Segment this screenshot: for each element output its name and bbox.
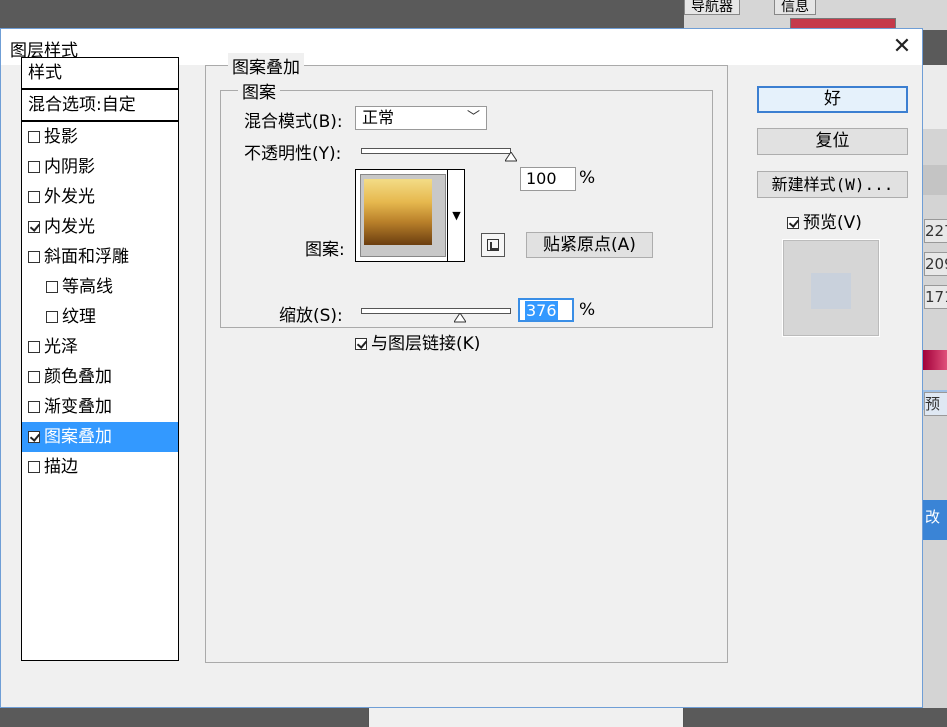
opacity-input[interactable]: 100 (520, 167, 576, 191)
pattern-picker[interactable]: ▼ (355, 169, 465, 262)
pattern-overlay-group-title: 图案叠加 (228, 53, 304, 78)
opacity-label: 不透明性(Y): (244, 144, 342, 164)
style-item[interactable]: 内阴影 (22, 152, 178, 182)
opacity-slider[interactable] (361, 148, 511, 154)
reset-button[interactable]: 复位 (757, 128, 908, 155)
style-item-checkbox[interactable] (28, 221, 40, 233)
blend-options-item[interactable]: 混合选项:自定 (22, 90, 178, 122)
style-item[interactable]: 图案叠加 (22, 422, 178, 452)
style-item-checkbox[interactable] (28, 251, 40, 263)
scale-label: 缩放(S): (279, 306, 343, 326)
style-item-label: 光泽 (44, 337, 78, 357)
link-with-layer-check[interactable] (355, 338, 367, 350)
style-item-label: 内发光 (44, 217, 95, 237)
style-item-label: 投影 (44, 127, 78, 147)
style-item-checkbox[interactable] (28, 191, 40, 203)
style-item[interactable]: 纹理 (22, 302, 178, 332)
pattern-label: 图案: (305, 240, 345, 260)
style-item-checkbox[interactable] (28, 161, 40, 173)
pattern-subgroup-title: 图案 (238, 78, 280, 103)
style-item-label: 描边 (44, 457, 78, 477)
blend-mode-label: 混合模式(B): (244, 112, 343, 132)
close-icon[interactable]: ✕ (888, 33, 916, 61)
style-item[interactable]: 渐变叠加 (22, 392, 178, 422)
preview-check[interactable] (787, 217, 799, 229)
background-value-2: 209 (924, 252, 947, 276)
style-item-checkbox[interactable] (28, 401, 40, 413)
style-item-label: 等高线 (62, 277, 113, 297)
style-item-checkbox[interactable] (46, 311, 58, 323)
new-preset-icon[interactable] (481, 233, 505, 257)
style-item-label: 纹理 (62, 307, 96, 327)
background-preview-label[interactable]: 预览 (924, 392, 947, 416)
opacity-percent: % (579, 168, 596, 188)
chevron-down-icon: ﹀ (466, 110, 480, 125)
scale-slider-thumb[interactable] (454, 313, 466, 323)
ok-button[interactable]: 好 (757, 86, 908, 113)
style-item-label: 外发光 (44, 187, 95, 207)
style-item[interactable]: 斜面和浮雕 (22, 242, 178, 272)
new-style-button[interactable]: 新建样式(W)... (757, 171, 908, 198)
opacity-slider-thumb[interactable] (505, 152, 517, 162)
style-item[interactable]: 颜色叠加 (22, 362, 178, 392)
blend-mode-value: 正常 (362, 108, 395, 127)
background-value-3: 171 (924, 285, 947, 309)
snap-to-origin-button[interactable]: 贴紧原点(A) (526, 232, 653, 258)
style-item-checkbox[interactable] (28, 371, 40, 383)
style-item[interactable]: 内发光 (22, 212, 178, 242)
style-item-label: 内阴影 (44, 157, 95, 177)
background-bottom (0, 708, 947, 727)
preview-checkbox[interactable]: 预览(V) (787, 208, 862, 233)
info-tab[interactable]: 信息 (774, 0, 816, 15)
scale-slider[interactable] (361, 308, 511, 314)
style-item[interactable]: 等高线 (22, 272, 178, 302)
style-item[interactable]: 外发光 (22, 182, 178, 212)
styles-list: 样式 混合选项:自定 投影内阴影外发光内发光斜面和浮雕等高线纹理光泽颜色叠加渐变… (21, 57, 179, 661)
scale-percent: % (579, 300, 596, 320)
style-item-checkbox[interactable] (28, 461, 40, 473)
style-item-label: 颜色叠加 (44, 367, 112, 387)
pattern-dropdown-icon[interactable]: ▼ (447, 170, 465, 261)
navigator-tab[interactable]: 导航器 (684, 0, 740, 15)
style-item[interactable]: 光泽 (22, 332, 178, 362)
styles-list-header[interactable]: 样式 (22, 58, 178, 90)
background-value-1: 227 (924, 219, 947, 243)
style-item-label: 斜面和浮雕 (44, 247, 129, 267)
style-item[interactable]: 描边 (22, 452, 178, 482)
style-item-label: 渐变叠加 (44, 397, 112, 417)
style-item-checkbox[interactable] (28, 431, 40, 443)
style-item-checkbox[interactable] (46, 281, 58, 293)
link-with-layer-checkbox[interactable]: 与图层链接(K) (355, 329, 480, 354)
style-item[interactable]: 投影 (22, 122, 178, 152)
scale-input[interactable]: 376 (518, 298, 574, 322)
style-item-checkbox[interactable] (28, 341, 40, 353)
pattern-thumbnail (360, 174, 446, 257)
background-change-label[interactable]: 改 (924, 505, 947, 529)
style-item-checkbox[interactable] (28, 131, 40, 143)
style-preview (782, 239, 880, 337)
style-item-label: 图案叠加 (44, 427, 112, 447)
blend-mode-select[interactable]: 正常 ﹀ (355, 106, 487, 130)
